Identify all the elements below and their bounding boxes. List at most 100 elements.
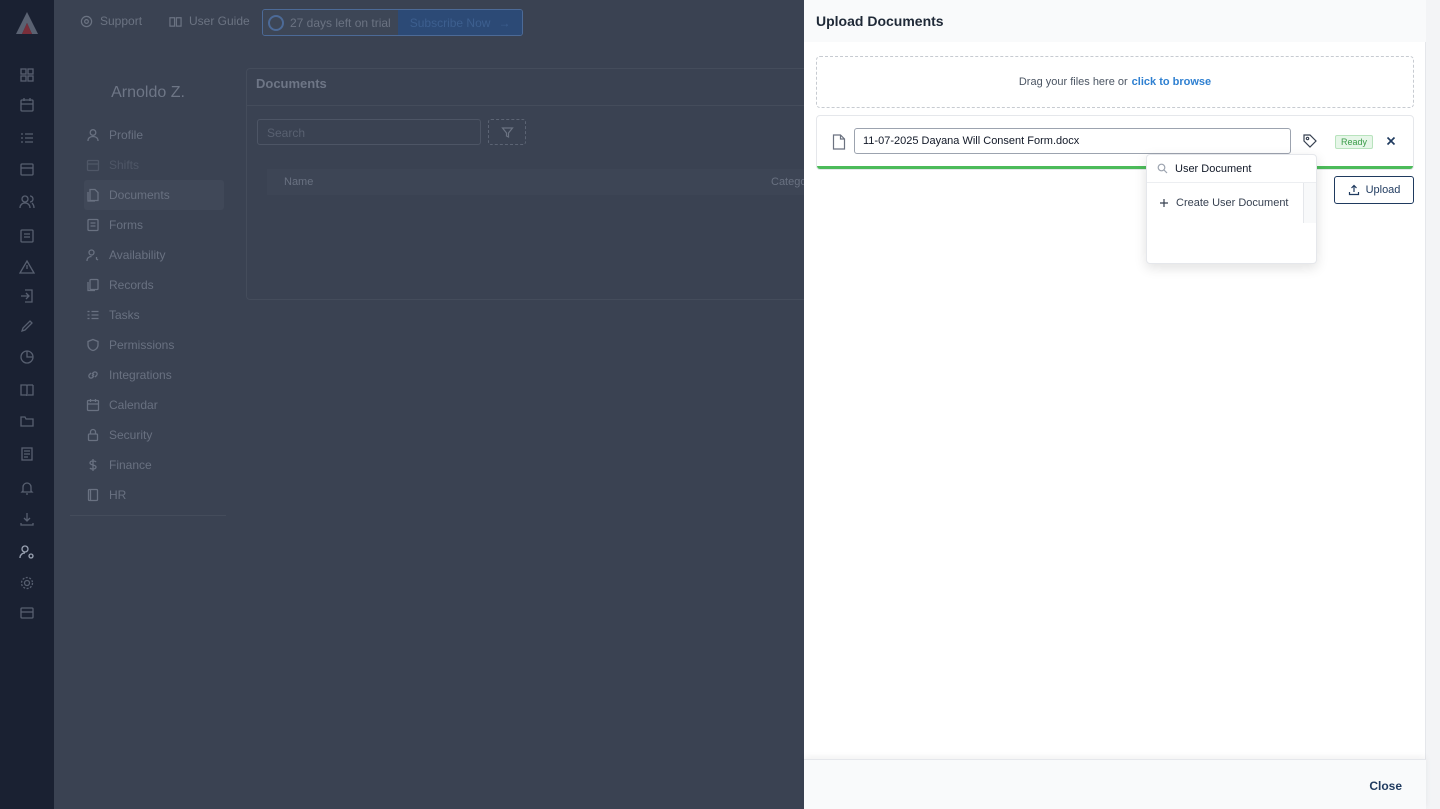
nav-item-shifts[interactable]: Shifts [84, 150, 224, 180]
nav-item-permissions[interactable]: Permissions [84, 330, 224, 360]
nav-item-availability[interactable]: Availability [84, 240, 224, 270]
tasks-icon [87, 310, 99, 320]
shield-icon [87, 338, 99, 352]
user-guide-label: User Guide [189, 14, 250, 28]
user-profile-panel: Arnoldo Z. Profile Shifts Documents Form… [70, 68, 226, 516]
app-logo[interactable] [14, 10, 40, 36]
nav-label: Calendar [109, 398, 158, 412]
filter-button[interactable] [488, 119, 526, 145]
nav-item-profile[interactable]: Profile [84, 120, 224, 150]
nav-label: Permissions [109, 338, 175, 352]
credit-card-icon[interactable] [19, 605, 35, 621]
create-tag-label: Create User Document [1176, 197, 1289, 209]
documents-table-header: Name Category [267, 169, 845, 195]
status-badge: Ready [1335, 135, 1374, 149]
subscribe-button[interactable]: Subscribe Now → [397, 10, 523, 35]
trial-banner: 27 days left on trial Subscribe Now → [262, 9, 524, 36]
folder-icon[interactable] [19, 413, 35, 429]
book-icon[interactable] [19, 382, 35, 398]
dollar-icon [89, 459, 97, 471]
documents-title: Documents [256, 76, 327, 91]
bell-icon[interactable] [19, 480, 35, 496]
book-icon [87, 488, 99, 502]
column-header-name[interactable]: Name [284, 176, 313, 188]
tag-icon[interactable] [1302, 133, 1318, 149]
users-icon[interactable] [19, 194, 35, 210]
close-icon[interactable] [1385, 135, 1397, 147]
nav-label: Documents [109, 188, 170, 202]
dropzone-text: Drag your files here or [1018, 76, 1128, 88]
divider [247, 105, 845, 106]
app-rail [0, 0, 54, 809]
tasks-icon[interactable] [19, 130, 35, 146]
arrow-right-icon: → [498, 15, 511, 30]
browse-link[interactable]: click to browse [1132, 76, 1211, 88]
calendar-icon[interactable] [19, 97, 35, 113]
upload-label: Upload [1365, 184, 1401, 196]
nav-label: Shifts [109, 158, 140, 172]
nav-label: Finance [109, 458, 152, 472]
nav-label: Forms [109, 218, 143, 232]
nav-label: Availability [109, 248, 166, 262]
subscribe-label: Subscribe Now [409, 15, 491, 30]
tag-dropdown: Create User Document [1146, 154, 1317, 264]
form-icon [87, 218, 99, 232]
file-icon [832, 134, 846, 150]
receipt-icon[interactable] [19, 446, 35, 462]
nav-item-records[interactable]: Records [84, 270, 224, 300]
upload-button[interactable]: Upload [1334, 176, 1414, 204]
upload-documents-drawer: Upload Documents Drag your files here or… [804, 0, 1440, 809]
book-open-icon [169, 16, 182, 27]
nav-item-documents[interactable]: Documents [84, 180, 224, 210]
documents-icon [87, 188, 99, 202]
nav-label: Security [109, 428, 153, 442]
nav-label: Tasks [109, 308, 140, 322]
trial-progress-ring [268, 14, 284, 31]
upload-icon [1348, 184, 1359, 196]
nav-item-integrations[interactable]: Integrations [84, 360, 224, 390]
nav-item-tasks[interactable]: Tasks [84, 300, 224, 330]
top-bar: Support User Guide 27 days left on trial… [54, 0, 804, 44]
trial-label: 27 days left on trial [290, 15, 391, 30]
login-icon[interactable] [19, 288, 35, 304]
support-label: Support [100, 14, 143, 28]
dropdown-scrollbar[interactable] [1303, 183, 1316, 223]
tag-search [1147, 155, 1316, 183]
nav-item-calendar[interactable]: Calendar [84, 390, 224, 420]
create-tag-option[interactable]: Create User Document [1147, 183, 1304, 223]
drawer-header: Upload Documents [804, 0, 1426, 42]
nav-label: HR [109, 488, 127, 502]
close-button[interactable]: Close [1369, 779, 1402, 793]
documents-card: Documents Search Name Category [246, 68, 846, 300]
support-link[interactable]: Support [80, 14, 142, 28]
calendar-icon [86, 399, 100, 412]
pen-icon[interactable] [19, 318, 35, 334]
user-clock-icon [86, 249, 99, 262]
file-row: Ready [816, 115, 1414, 170]
lock-icon [87, 428, 99, 442]
tag-search-input[interactable] [1175, 161, 1305, 177]
drawer-footer: Close [804, 759, 1426, 809]
chart-pie-icon[interactable] [19, 349, 35, 365]
calendar-icon [86, 159, 100, 172]
user-guide-link[interactable]: User Guide [169, 14, 250, 28]
download-icon[interactable] [19, 511, 35, 527]
gear-icon[interactable] [19, 575, 35, 591]
nav-label: Records [109, 278, 154, 292]
nav-item-forms[interactable]: Forms [84, 210, 224, 240]
user-icon [87, 129, 99, 142]
search-icon [1157, 163, 1168, 174]
documents-search-input[interactable]: Search [257, 119, 481, 145]
nav-item-finance[interactable]: Finance [84, 450, 224, 480]
warning-icon[interactable] [18, 259, 36, 275]
file-name-input[interactable] [854, 128, 1291, 154]
schedule-icon[interactable] [19, 161, 35, 177]
file-dropzone[interactable]: Drag your files here or click to browse [816, 56, 1414, 108]
records-icon [87, 278, 99, 292]
nav-item-security[interactable]: Security [84, 420, 224, 450]
user-settings-icon[interactable] [19, 544, 35, 560]
dashboard-icon[interactable] [19, 67, 35, 83]
nav-item-hr[interactable]: HR [84, 480, 224, 510]
plus-icon [1160, 199, 1168, 207]
list-icon[interactable] [19, 228, 35, 244]
